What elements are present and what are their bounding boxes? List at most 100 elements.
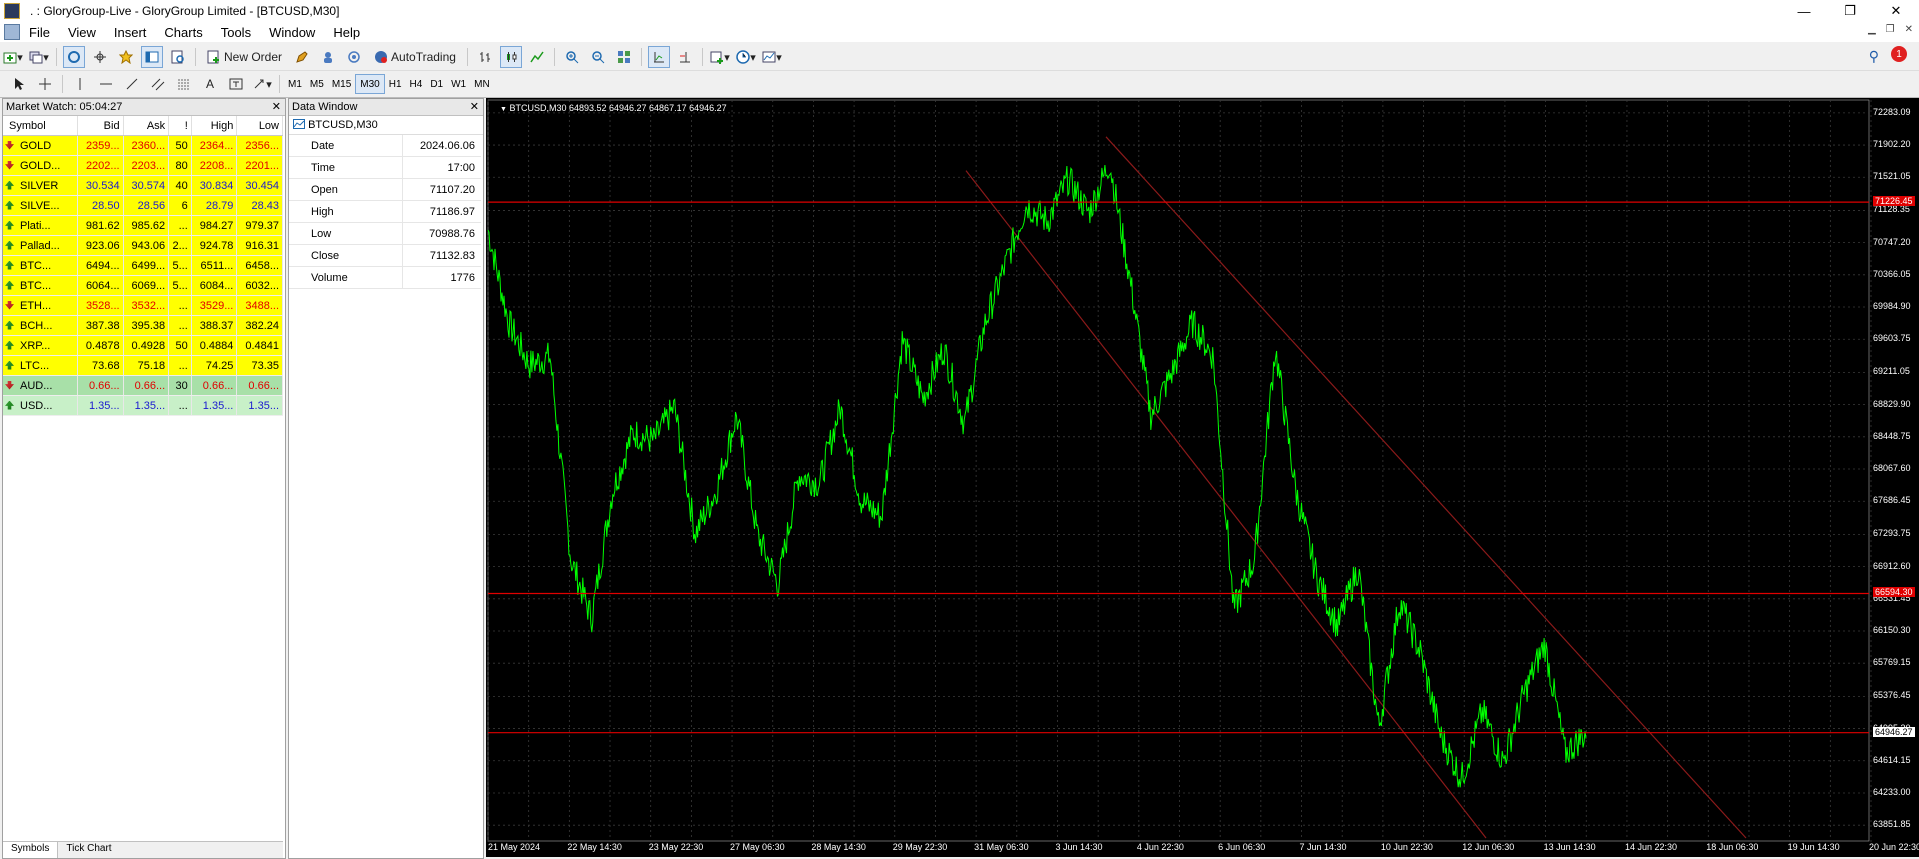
menu-insert[interactable]: Insert — [105, 25, 156, 40]
timeframe-h4[interactable]: H4 — [406, 75, 427, 93]
mdi-close-icon[interactable]: ✕ — [1905, 24, 1913, 35]
table-row[interactable]: SILVE... 28.50 28.56 6 28.79 28.43 — [3, 195, 283, 216]
timeframe-d1[interactable]: D1 — [426, 75, 447, 93]
table-row[interactable]: XRP... 0.4878 0.4928 50 0.4884 0.4841 — [3, 335, 283, 356]
equidistant-channel-icon[interactable] — [147, 73, 169, 95]
data-row: Date 2024.06.06 — [289, 135, 481, 157]
menu-charts[interactable]: Charts — [155, 25, 211, 40]
timeframe-m30[interactable]: M30 — [355, 74, 385, 94]
bid-cell: 923.06 — [77, 235, 124, 256]
crosshair-icon[interactable] — [34, 73, 56, 95]
timeframe-mn[interactable]: MN — [470, 75, 494, 93]
menu-window[interactable]: Window — [260, 25, 324, 40]
data-window-button[interactable] — [89, 46, 111, 68]
mdi-minimize-icon[interactable]: ▁ — [1868, 24, 1876, 35]
table-row[interactable]: AUD... 0.66... 0.66... 30 0.66... 0.66... — [3, 375, 283, 396]
table-row[interactable]: BTC... 6494... 6499... 5... 6511... 6458... — [3, 255, 283, 276]
market-watch-tabs: Symbols Tick Chart — [3, 841, 283, 858]
signals-button[interactable] — [317, 46, 339, 68]
high-cell: 924.78 — [191, 235, 238, 256]
horizontal-line-icon[interactable] — [95, 73, 117, 95]
vertical-line-icon[interactable] — [69, 73, 91, 95]
menu-view[interactable]: View — [59, 25, 105, 40]
market-watch-close-icon[interactable]: ✕ — [272, 99, 281, 115]
text-label-icon[interactable] — [225, 73, 247, 95]
data-window-close-icon[interactable]: ✕ — [470, 99, 479, 115]
mdi-restore-icon[interactable]: ❐ — [1886, 24, 1895, 35]
table-row[interactable]: BCH... 387.38 395.38... 388.37 382.24 — [3, 315, 283, 336]
price-chart[interactable] — [486, 98, 1919, 857]
table-row[interactable]: Pallad... 923.06 943.06 2... 924.78 916.31 — [3, 235, 283, 256]
cursor-icon[interactable] — [8, 73, 30, 95]
indicators-icon[interactable]: ▾ — [709, 46, 731, 68]
spread-cell: 40 — [168, 175, 192, 196]
auto-scroll-icon[interactable] — [647, 46, 670, 68]
column-header-ask[interactable]: Ask — [123, 116, 170, 136]
zoom-in-icon[interactable] — [561, 46, 583, 68]
line-chart-button[interactable] — [526, 46, 548, 68]
navigator-button[interactable] — [115, 46, 137, 68]
timeframe-m15[interactable]: M15 — [328, 75, 355, 93]
time-label: 20 Jun 22:30 — [1869, 842, 1919, 852]
high-cell: 6511... — [191, 255, 238, 276]
metaeditor-button[interactable] — [291, 46, 313, 68]
menu-file[interactable]: File — [20, 25, 59, 40]
periods-icon[interactable]: ▾ — [735, 46, 757, 68]
price-label: 69211.05 — [1873, 366, 1910, 377]
candlesticks-button[interactable] — [499, 46, 522, 68]
table-row[interactable]: GOLD... 2202... 2203... 80 2208... 2201... — [3, 155, 283, 176]
column-header-high[interactable]: High — [191, 116, 238, 136]
chart-window[interactable]: ▼ BTCUSD,M30 64893.52 64946.27 64867.17 … — [486, 98, 1919, 857]
templates-icon[interactable]: ▾ — [761, 46, 783, 68]
new-chart-button[interactable]: ▾ — [2, 46, 24, 68]
menu-help[interactable]: Help — [324, 25, 369, 40]
ask-cell: 28.56 — [123, 195, 170, 216]
price-label: 64233.00 — [1873, 786, 1911, 797]
text-icon[interactable]: A — [199, 73, 221, 95]
chart-shift-icon[interactable] — [674, 46, 696, 68]
ask-cell: 2360... — [123, 135, 170, 156]
table-row[interactable]: GOLD 2359... 2360... 50 2364... 2356... — [3, 135, 283, 156]
time-label: 18 Jun 06:30 — [1706, 842, 1759, 852]
arrows-icon[interactable]: ▾ — [251, 73, 273, 95]
zoom-out-icon[interactable] — [587, 46, 609, 68]
tab-symbols[interactable]: Symbols — [3, 842, 59, 858]
price-label: 72283.09 — [1873, 106, 1911, 117]
new-order-button[interactable]: New Order — [202, 46, 287, 68]
close-button[interactable]: ✕ — [1873, 0, 1919, 22]
timeframe-h1[interactable]: H1 — [385, 75, 406, 93]
market-watch-button[interactable] — [63, 46, 85, 68]
search-icon[interactable]: ⚲ — [1869, 48, 1879, 65]
table-row[interactable]: Plati... 981.62 985.62... 984.27 979.37 — [3, 215, 283, 236]
table-row[interactable]: USD... 1.35... 1.35...... 1.35... 1.35... — [3, 395, 283, 416]
timeframe-w1[interactable]: W1 — [447, 75, 470, 93]
table-row[interactable]: LTC... 73.68 75.18... 74.25 73.35 — [3, 355, 283, 376]
market-button[interactable] — [343, 46, 365, 68]
notification-badge[interactable]: 1 — [1891, 46, 1907, 62]
table-row[interactable]: SILVER 30.534 30.574 40 30.834 30.454 — [3, 175, 283, 196]
minimize-button[interactable]: — — [1781, 0, 1827, 22]
fibonacci-icon[interactable] — [173, 73, 195, 95]
tile-windows-icon[interactable] — [613, 46, 635, 68]
table-row[interactable]: ETH... 3528... 3532...... 3529... 3488... — [3, 295, 283, 316]
bar-chart-button[interactable] — [474, 46, 496, 68]
toolbar-separator — [553, 48, 555, 66]
terminal-button[interactable] — [141, 46, 163, 68]
tab-tick-chart[interactable]: Tick Chart — [58, 842, 119, 858]
profiles-button[interactable]: ▾ — [28, 46, 50, 68]
timeframe-m1[interactable]: M1 — [284, 75, 306, 93]
column-header-spread[interactable]: ! — [168, 116, 192, 136]
table-row[interactable]: BTC... 6064... 6069... 5... 6084... 6032... — [3, 275, 283, 296]
timeframe-m5[interactable]: M5 — [306, 75, 328, 93]
bid-cell: 73.68 — [77, 355, 124, 376]
maximize-button[interactable]: ❐ — [1827, 0, 1873, 22]
column-header-low[interactable]: Low — [236, 116, 283, 136]
strategy-tester-button[interactable] — [167, 46, 189, 68]
bid-cell: 6064... — [77, 275, 124, 296]
trendline-icon[interactable] — [121, 73, 143, 95]
autotrading-button[interactable]: AutoTrading — [369, 46, 461, 68]
menu-tools[interactable]: Tools — [212, 25, 260, 40]
time-label: 13 Jun 14:30 — [1543, 842, 1596, 852]
column-header-symbol[interactable]: Symbol — [3, 116, 78, 136]
column-header-bid[interactable]: Bid — [77, 116, 124, 136]
